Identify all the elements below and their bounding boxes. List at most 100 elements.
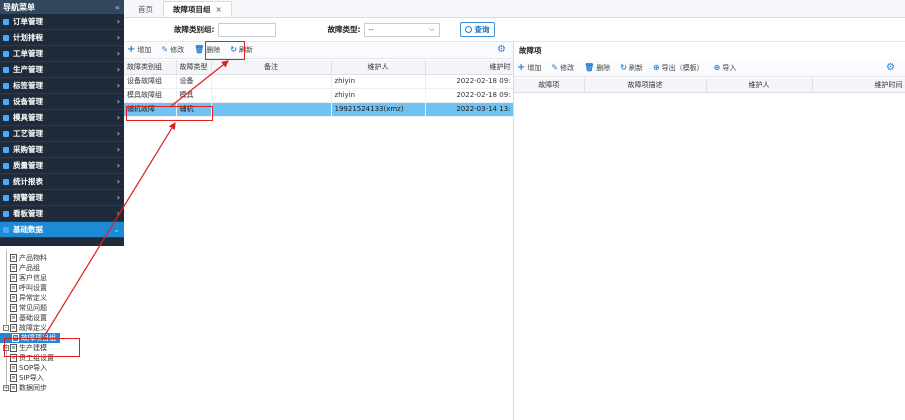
table-cell: 模具 <box>176 88 212 103</box>
export-icon: ⊕ <box>652 63 660 72</box>
tree-item[interactable]: ≡ 常见问题 <box>0 303 124 313</box>
table-cell: zhiyin <box>331 74 426 89</box>
table-cell <box>211 102 332 117</box>
close-icon[interactable]: × <box>216 5 222 14</box>
item-refresh-label: 刷新 <box>628 64 643 72</box>
column-header[interactable]: 维护时 <box>425 60 514 75</box>
tree-item-label: 基础设置 <box>19 314 47 322</box>
sidebar-item[interactable]: 工单管理 › <box>0 46 124 62</box>
tree-item-label: 客户信息 <box>19 274 47 282</box>
column-header[interactable]: 故障项描述 <box>584 78 707 93</box>
sidebar-item[interactable]: 工艺管理 › <box>0 126 124 142</box>
import-button[interactable]: ⊕ 导入 <box>714 63 737 73</box>
sidebar-item[interactable]: 设备管理 › <box>0 94 124 110</box>
pencil-icon: ✎ <box>551 63 559 72</box>
right-toolbar: + 增加 ✎ 修改 🗑 删除 ↻ 刷新 ⊕ 导出（模板） ⊕ 导入 ⚙ <box>514 60 905 77</box>
tab-bar: 首页 故障项目组 × <box>124 0 905 18</box>
sidebar-item[interactable]: 采购管理 › <box>0 142 124 158</box>
column-header[interactable]: 维护时间 <box>812 78 905 93</box>
column-header[interactable]: 故障类别组 <box>124 60 177 75</box>
table-cell: 模具故障组 <box>124 88 177 103</box>
menu-icon <box>3 226 9 233</box>
item-delete-button[interactable]: 🗑 删除 <box>584 63 610 73</box>
table-row[interactable]: 设备故障组 设备 zhiyin 2022-02-18 09: <box>124 74 514 89</box>
sidebar-item[interactable]: 订单管理 › <box>0 14 124 30</box>
tree-item[interactable]: ≡ 产品组 <box>0 263 124 273</box>
chevron-icon: › <box>116 49 120 58</box>
table-row[interactable]: 模具故障组 模具 zhiyin 2022-02-18 09: <box>124 88 514 103</box>
export-button-label: 导出（模板） <box>661 64 704 72</box>
export-button[interactable]: ⊕ 导出（模板） <box>653 63 704 73</box>
sidebar-item[interactable]: 模具管理 › <box>0 110 124 126</box>
item-add-button[interactable]: + 增加 <box>517 63 541 73</box>
sidebar-item[interactable]: 生产管理 › <box>0 62 124 78</box>
sidebar-item-label: 质量管理 <box>13 161 43 170</box>
panel-divider <box>513 42 514 420</box>
sidebar-item[interactable]: 看板管理 › <box>0 206 124 222</box>
item-edit-label: 修改 <box>560 64 575 72</box>
tree-item[interactable]: - ≡ 故障定义 <box>0 323 124 333</box>
column-header[interactable]: 维护人 <box>331 60 426 75</box>
table-cell: 19921524133(xmz) <box>331 102 426 117</box>
tree-item[interactable]: ≡ 客户信息 <box>0 273 124 283</box>
column-header[interactable]: 维护人 <box>706 78 813 93</box>
collapse-icon[interactable]: « <box>115 3 120 12</box>
expand-icon[interactable]: + <box>3 385 9 391</box>
tree-item[interactable]: ≡ SIP导入 <box>0 373 124 383</box>
column-header[interactable]: 故障项 <box>514 78 585 93</box>
menu-icon <box>3 82 9 89</box>
edit-button[interactable]: ✎ 修改 <box>161 45 184 55</box>
item-add-label: 增加 <box>527 64 542 72</box>
tree-item[interactable]: ≡ 异常定义 <box>0 293 124 303</box>
menu-icon <box>3 50 9 57</box>
collapse-icon[interactable]: - <box>3 325 9 331</box>
document-icon: ≡ <box>10 304 17 312</box>
sidebar-item-label: 模具管理 <box>13 113 43 122</box>
tree-item-label: SIP导入 <box>19 374 44 382</box>
table-cell: 2022-03-14 13: <box>425 102 514 117</box>
menu-icon <box>3 114 9 121</box>
sidebar-item[interactable]: 统计报表 › <box>0 174 124 190</box>
tree-item[interactable]: ≡ 基础设置 <box>0 313 124 323</box>
tree-item[interactable]: ≡ SOP导入 <box>0 363 124 373</box>
sidebar-item[interactable]: 质量管理 › <box>0 158 124 174</box>
tab-home[interactable]: 首页 <box>128 1 163 17</box>
tree-item[interactable]: ≡ 呼叫设置 <box>0 283 124 293</box>
chevron-icon: › <box>116 33 120 42</box>
tab-fault-group[interactable]: 故障项目组 × <box>163 1 232 17</box>
sidebar-item-label: 看板管理 <box>13 209 43 218</box>
tree-item-label: 故障定义 <box>19 324 47 332</box>
document-icon: ≡ <box>10 254 17 262</box>
gear-icon[interactable]: ⚙ <box>886 62 895 73</box>
tree-item[interactable]: + ≡ 数据同步 <box>0 383 124 393</box>
tree-item-label: 常见问题 <box>19 304 47 312</box>
menu-icon <box>3 34 9 41</box>
tree-item[interactable]: ≡ 产品物料 <box>0 253 124 263</box>
sidebar-item-label: 统计报表 <box>13 177 43 186</box>
item-edit-button[interactable]: ✎ 修改 <box>551 63 574 73</box>
document-icon: ≡ <box>10 324 17 332</box>
document-icon: ≡ <box>10 274 17 282</box>
menu-icon <box>3 18 9 25</box>
column-header[interactable]: 备注 <box>211 60 332 75</box>
category-input[interactable] <box>217 22 276 37</box>
sidebar-item-label: 设备管理 <box>13 97 43 106</box>
column-header[interactable]: 故障类型 <box>176 60 212 75</box>
add-button[interactable]: + 增加 <box>127 45 151 55</box>
chevron-icon: › <box>116 161 120 170</box>
query-button-label: 查询 <box>474 25 490 34</box>
sidebar-item[interactable]: 标签管理 › <box>0 78 124 94</box>
gear-icon[interactable]: ⚙ <box>497 44 506 55</box>
sidebar-item[interactable]: 预警管理 › <box>0 190 124 206</box>
sidebar-item[interactable]: 计划排程 › <box>0 30 124 46</box>
type-select-value: -- <box>368 25 374 34</box>
item-refresh-button[interactable]: ↻ 刷新 <box>620 63 643 73</box>
sidebar-item-label: 工艺管理 <box>13 129 43 138</box>
chevron-down-icon: ⌵ <box>429 25 435 33</box>
type-select[interactable]: -- ⌵ <box>363 22 440 37</box>
query-button[interactable]: 查询 <box>459 22 495 37</box>
search-bar: 故障类别组: 故障类型: -- ⌵ 查询 <box>124 18 905 42</box>
sidebar-item[interactable]: 基础数据 ⌄ <box>0 222 124 238</box>
item-delete-label: 删除 <box>596 64 611 72</box>
table-header-row: 故障项 故障项描述 维护人 维护时间 <box>514 78 905 93</box>
